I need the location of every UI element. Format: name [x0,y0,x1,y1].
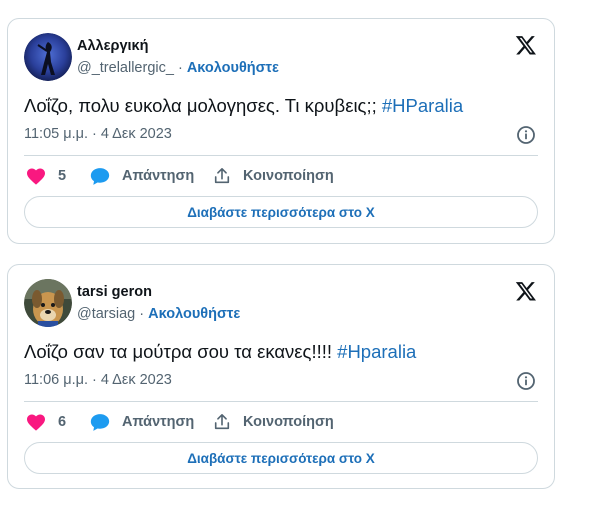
hashtag-link[interactable]: #Hparalia [337,341,416,362]
divider [24,401,538,402]
hashtag-link[interactable]: #HParalia [382,95,463,116]
handle-row: @_trelallergic_ · Ακολουθήστε [77,60,279,76]
action-bar: 5 Απάντηση Κοινοποίηση [24,165,544,187]
reply-button[interactable]: Απάντηση [90,411,194,433]
reply-button[interactable]: Απάντηση [90,165,194,187]
user-handle[interactable]: @tarsiag [77,306,135,322]
tweet-text: Λοΐζο, πολυ ευκολα μολογησες. Τι κρυβεις… [24,95,463,117]
timestamp[interactable]: 11:06 μ.μ. · 4 Δεκ 2023 [24,372,172,388]
tweet-text: Λοΐζο σαν τα μούτρα σου τα εκανες!!!! #H… [24,341,416,363]
reply-bubble-icon [90,413,110,432]
avatar[interactable] [24,279,72,327]
like-count: 6 [58,414,67,430]
share-label: Κοινοποίηση [243,168,334,184]
timestamp[interactable]: 11:05 μ.μ. · 4 Δεκ 2023 [24,126,172,142]
tweet-card[interactable]: tarsi geron @tarsiag · Ακολουθήστε Λοΐζο… [7,264,555,489]
info-icon[interactable] [516,371,536,391]
action-bar: 6 Απάντηση Κοινοποίηση [24,411,544,433]
follow-button[interactable]: Ακολουθήστε [148,306,240,322]
handle-row: @tarsiag · Ακολουθήστε [77,306,240,322]
heart-icon [26,413,46,431]
like-button[interactable]: 5 [26,165,66,187]
like-button[interactable]: 6 [26,411,66,433]
read-more-button[interactable]: Διαβάστε περισσότερα στο X [24,196,538,228]
x-logo-icon[interactable] [515,280,537,302]
reply-label: Απάντηση [122,168,195,184]
info-icon[interactable] [516,125,536,145]
user-handle[interactable]: @_trelallergic_ [77,60,174,76]
like-count: 5 [58,168,67,184]
heart-icon [26,167,46,185]
tweet-card[interactable]: Αλλεργική @_trelallergic_ · Ακολουθήστε … [7,18,555,244]
display-name[interactable]: tarsi geron [77,284,152,300]
share-button[interactable]: Κοινοποίηση [213,411,334,433]
follow-button[interactable]: Ακολουθήστε [187,60,279,76]
tweet-text-body: Λοΐζο σαν τα μούτρα σου τα εκανες!!!! [24,341,338,362]
reply-bubble-icon [90,167,110,186]
display-name[interactable]: Αλλεργική [77,38,149,54]
tweet-text-body: Λοΐζο, πολυ ευκολα μολογησες. Τι κρυβεις… [24,95,382,116]
separator: · [135,306,149,322]
divider [24,155,538,156]
read-more-button[interactable]: Διαβάστε περισσότερα στο X [24,442,538,474]
x-logo-icon[interactable] [515,34,537,56]
share-button[interactable]: Κοινοποίηση [213,165,334,187]
share-label: Κοινοποίηση [243,414,334,430]
reply-label: Απάντηση [122,414,195,430]
share-icon [213,167,231,185]
share-icon [213,413,231,431]
avatar[interactable] [24,33,72,81]
separator: · [173,60,187,76]
